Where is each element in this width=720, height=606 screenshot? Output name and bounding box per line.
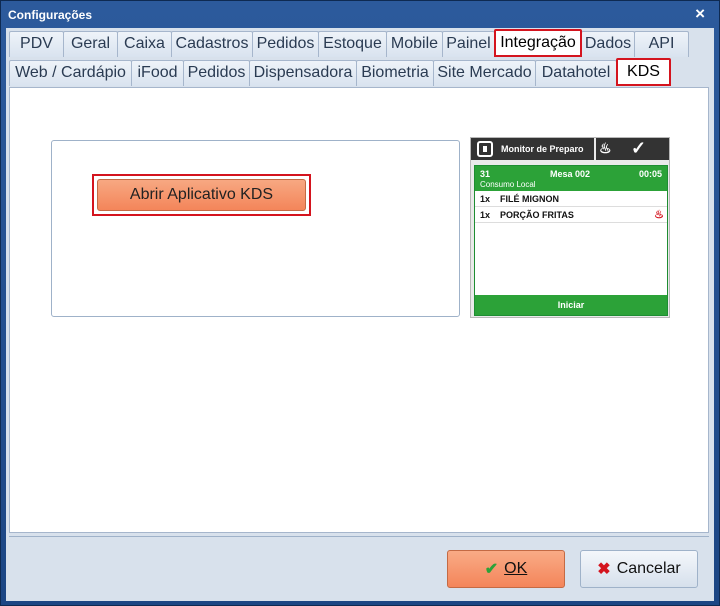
tab-caixa[interactable]: Caixa	[117, 31, 172, 57]
kds-panel: Abrir Aplicativo KDS Monitor de Preparo …	[9, 87, 709, 533]
checkmark-icon: ✔	[484, 561, 499, 578]
order-item-qty: 1x	[480, 194, 491, 204]
kds-button-highlight: Abrir Aplicativo KDS	[92, 174, 311, 216]
tab-site-mercado[interactable]: Site Mercado	[433, 60, 536, 86]
tab-estoque[interactable]: Estoque	[318, 31, 387, 57]
title-bar: Configurações	[1, 1, 719, 28]
footer-divider	[9, 536, 709, 537]
config-window: Configurações × PDV Geral Caixa Cadastro…	[0, 0, 720, 606]
kds-groupbox: Abrir Aplicativo KDS	[51, 140, 460, 317]
cooking-pot-icon: ♨	[654, 209, 664, 221]
order-item-name: FILÉ MIGNON	[500, 194, 559, 204]
order-item: 1x FILÉ MIGNON	[475, 191, 667, 207]
tab-web-cardapio[interactable]: Web / Cardápio	[9, 60, 132, 86]
tab-cadastros[interactable]: Cadastros	[171, 31, 253, 57]
preview-header-title: Monitor de Preparo	[501, 144, 584, 154]
tab-kds[interactable]: KDS	[616, 58, 671, 86]
window-title: Configurações	[8, 8, 93, 22]
cancel-button[interactable]: ✖ Cancelar	[580, 550, 698, 588]
tab-biometria[interactable]: Biometria	[356, 60, 434, 86]
tab-dados[interactable]: Dados	[581, 31, 635, 57]
tab-painel[interactable]: Painel	[442, 31, 495, 57]
tab-integracao[interactable]: Integração	[494, 29, 582, 57]
tab-dispensadora[interactable]: Dispensadora	[249, 60, 357, 86]
order-item: 1x PORÇÃO FRITAS ♨	[475, 207, 667, 223]
start-button-preview: Iniciar	[475, 295, 667, 315]
close-icon: ✖	[597, 561, 611, 578]
order-item-qty: 1x	[480, 210, 491, 220]
tab-api[interactable]: API	[634, 31, 689, 57]
tab-geral[interactable]: Geral	[63, 31, 118, 57]
close-icon[interactable]: ×	[695, 4, 705, 24]
tab-datahotel[interactable]: Datahotel	[535, 60, 617, 86]
ok-button[interactable]: ✔ OK	[447, 550, 565, 588]
open-kds-app-button[interactable]: Abrir Aplicativo KDS	[97, 179, 306, 211]
preview-header: Monitor de Preparo ♨ ✓	[471, 138, 669, 160]
tab-pdv[interactable]: PDV	[9, 31, 64, 57]
order-number: 31	[480, 169, 491, 179]
tab-ifood[interactable]: iFood	[131, 60, 184, 86]
order-table: Mesa 002	[550, 169, 591, 179]
client-area: PDV Geral Caixa Cadastros Pedidos Estoqu…	[6, 28, 714, 601]
main-tabs: PDV Geral Caixa Cadastros Pedidos Estoqu…	[9, 29, 689, 57]
ok-label: OK	[504, 560, 528, 577]
order-item-name: PORÇÃO FRITAS	[500, 210, 574, 220]
cancel-label: Cancelar	[616, 560, 681, 577]
order-time: 00:05	[638, 169, 662, 179]
preview-separator	[594, 138, 596, 160]
tab-sub-pedidos[interactable]: Pedidos	[183, 60, 250, 86]
tab-pedidos[interactable]: Pedidos	[252, 31, 319, 57]
order-consumption-type: Consumo Local	[480, 180, 536, 189]
checkmark-icon: ✓	[631, 138, 647, 158]
sub-tabs: Web / Cardápio iFood Pedidos Dispensador…	[9, 58, 671, 86]
monitor-logo-icon	[477, 141, 493, 157]
tab-mobile[interactable]: Mobile	[386, 31, 443, 57]
cooking-pot-icon: ♨	[599, 140, 612, 156]
order-card: 31 Mesa 002 00:05 Consumo Local 1x FILÉ …	[474, 165, 668, 316]
order-card-header: 31 Mesa 002 00:05 Consumo Local	[475, 166, 667, 191]
kds-preview-image: Monitor de Preparo ♨ ✓ 31 Mesa 002 00:05…	[470, 137, 670, 318]
